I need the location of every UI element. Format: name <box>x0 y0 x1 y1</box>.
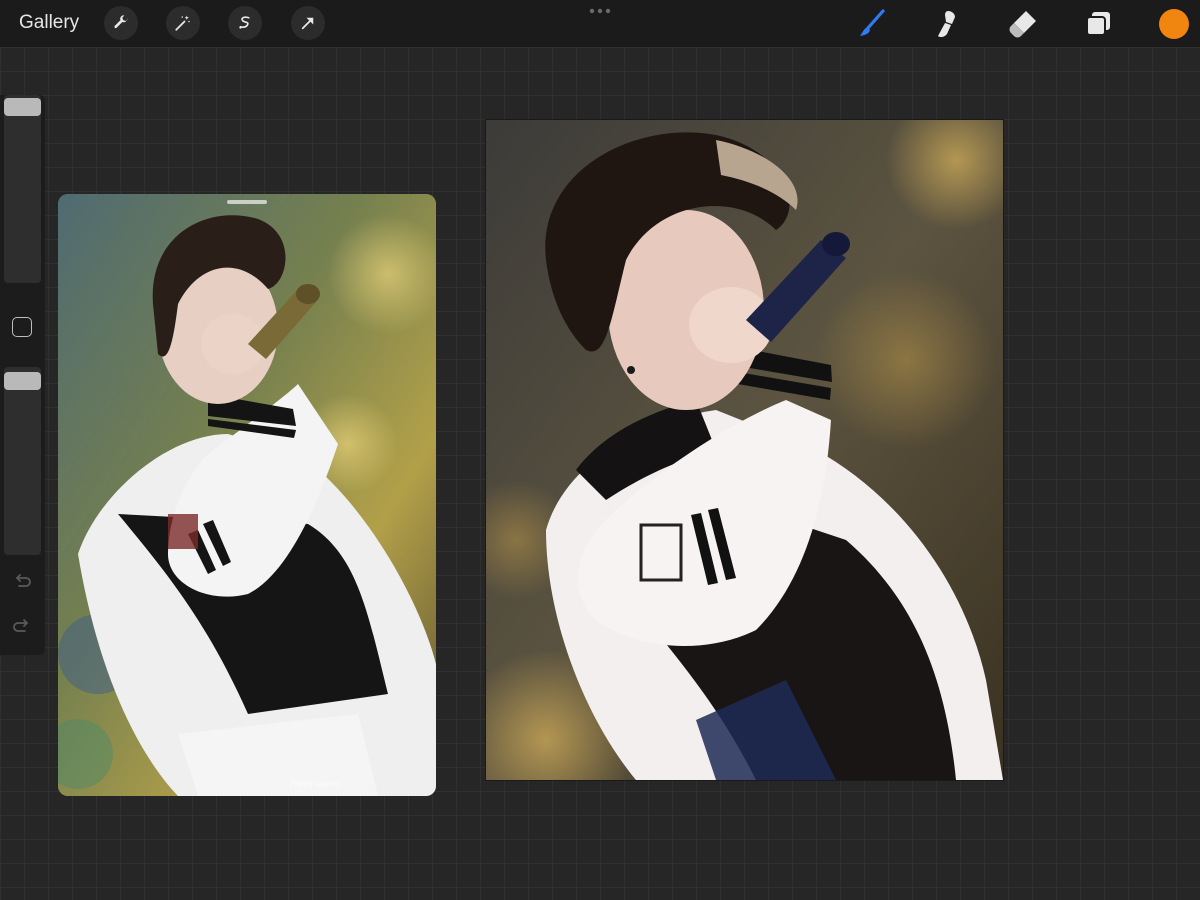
transform-button[interactable] <box>291 6 325 40</box>
brush-size-thumb[interactable] <box>4 98 41 116</box>
undo-button[interactable] <box>11 570 33 592</box>
adjustments-button[interactable] <box>166 6 200 40</box>
signature-text: Poppy Aspers <box>290 780 341 788</box>
redo-icon <box>13 619 28 632</box>
color-picker-button[interactable] <box>1159 9 1189 39</box>
paint-tool-button[interactable] <box>855 7 889 41</box>
redo-button[interactable] <box>11 615 33 637</box>
undo-icon <box>16 574 31 587</box>
smudge-icon <box>938 11 955 38</box>
opacity-thumb[interactable] <box>4 372 41 390</box>
brush-icon <box>860 9 885 36</box>
painting <box>486 120 1003 780</box>
magic-wand-icon <box>175 15 190 31</box>
layers-button[interactable] <box>1082 7 1116 41</box>
layers-icon <box>1086 12 1110 36</box>
wrench-icon <box>114 15 128 29</box>
eraser-tool-button[interactable] <box>1006 7 1040 41</box>
actions-button[interactable] <box>104 6 138 40</box>
selection-icon <box>239 16 250 29</box>
reference-photo <box>58 194 436 796</box>
brush-size-slider[interactable] <box>4 95 41 283</box>
opacity-slider[interactable] <box>4 367 41 555</box>
smudge-tool-button[interactable] <box>930 7 964 41</box>
reference-window[interactable]: Poppy Aspers <box>58 194 436 796</box>
gallery-button[interactable]: Gallery <box>19 11 79 35</box>
artwork-canvas[interactable] <box>486 120 1003 780</box>
top-toolbar: Gallery <box>0 0 1200 47</box>
eraser-icon <box>1009 11 1036 38</box>
reference-drag-handle[interactable] <box>227 200 267 204</box>
more-dots-icon[interactable] <box>589 8 611 14</box>
left-sidebar <box>0 95 45 655</box>
selection-button[interactable] <box>228 6 262 40</box>
transform-arrow-icon <box>301 17 314 30</box>
modify-button[interactable] <box>12 317 32 337</box>
